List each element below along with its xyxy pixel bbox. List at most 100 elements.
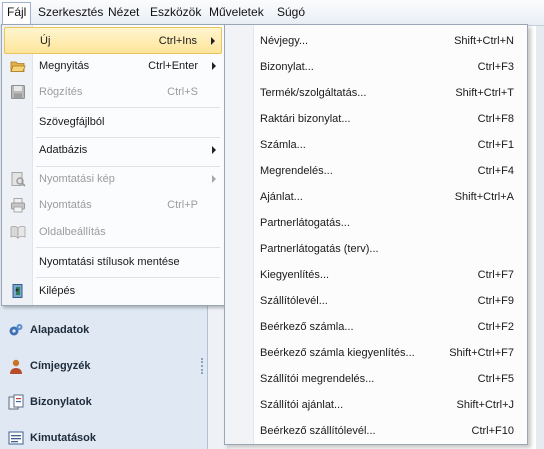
new-submenu-item-shortcut: Shift+Ctrl+J — [456, 399, 514, 411]
new-submenu-item[interactable]: Kiegyenlítés... Ctrl+F7 — [227, 261, 525, 288]
file-menu-item-save-print-styles[interactable]: Nyomtatási stílusok mentése — [4, 249, 222, 276]
file-menu-item-label: Új — [40, 35, 51, 47]
gears-icon — [9, 324, 23, 336]
menu-actions[interactable]: Műveletek — [205, 3, 268, 22]
new-submenu-item-label: Bizonylat... — [260, 61, 314, 73]
new-submenu-item-label: Beérkező számla kiegyenlítés... — [260, 347, 415, 359]
file-menu-item-print[interactable]: Nyomtatás Ctrl+P — [4, 192, 222, 219]
new-submenu-item[interactable]: Névjegy... Shift+Ctrl+N — [227, 27, 525, 54]
new-submenu-item[interactable]: Raktári bizonylat... Ctrl+F8 — [227, 105, 525, 132]
file-menu-item-database[interactable]: Adatbázis — [4, 137, 222, 164]
file-menu-item-print-preview[interactable]: Nyomtatási kép — [4, 166, 222, 193]
open-folder-icon — [10, 61, 26, 72]
new-submenu-item[interactable]: Szállítólevél... Ctrl+F9 — [227, 287, 525, 314]
file-menu-item-open[interactable]: Megnyitás Ctrl+Enter — [4, 53, 222, 80]
file-menu-item-label: Nyomtatási kép — [39, 173, 115, 185]
new-submenu-item-label: Beérkező számla... — [260, 321, 354, 333]
new-submenu-item-label: Termék/szolgáltatás... — [260, 87, 367, 99]
new-submenu-item-label: Számla... — [260, 139, 306, 151]
new-submenu-item[interactable]: Megrendelés... Ctrl+F4 — [227, 157, 525, 184]
nav-item-label: Címjegyzék — [30, 360, 91, 372]
file-menu-item-exit[interactable]: Kilépés — [4, 278, 222, 305]
file-menu-item-label: Nyomtatás — [39, 199, 92, 211]
printer-icon — [11, 198, 25, 213]
report-list-icon — [8, 431, 24, 445]
menu-tools[interactable]: Eszközök — [146, 3, 205, 22]
new-submenu-item[interactable]: Számla... Ctrl+F1 — [227, 131, 525, 158]
menu-help[interactable]: Súgó — [273, 3, 309, 22]
file-menu-item-shortcut: Ctrl+S — [167, 86, 198, 98]
menu-file-label: Fájl — [7, 5, 27, 19]
print-preview-icon — [11, 172, 26, 187]
new-submenu-item-shortcut: Shift+Ctrl+T — [455, 87, 514, 99]
new-submenu-item[interactable]: Partnerlátogatás... — [227, 209, 525, 236]
new-submenu-item-shortcut: Ctrl+F9 — [477, 295, 514, 307]
new-submenu-item-shortcut: Ctrl+F10 — [471, 425, 515, 437]
new-submenu-item-shortcut: Ctrl+F1 — [477, 139, 514, 151]
file-menu-item-save[interactable]: Rögzítés Ctrl+S — [4, 79, 222, 106]
new-submenu-item-label: Megrendelés... — [260, 165, 333, 177]
nav-item-label: Kimutatások — [30, 432, 97, 444]
menu-help-label: Súgó — [277, 5, 306, 19]
file-menu-item-label: Nyomtatási stílusok mentése — [39, 256, 180, 268]
new-submenu-item-shortcut: Shift+Ctrl+A — [454, 191, 514, 203]
new-submenu-item-label: Raktári bizonylat... — [260, 113, 351, 125]
new-submenu-item-label: Szállítói ajánlat... — [260, 399, 344, 411]
new-submenu-item[interactable]: Beérkező számla... Ctrl+F2 — [227, 313, 525, 340]
menu-tools-label: Eszközök — [150, 5, 202, 19]
menu-view-label: Nézet — [108, 5, 140, 19]
new-submenu-item-shortcut: Ctrl+F4 — [477, 165, 514, 177]
new-submenu-item-label: Ajánlat... — [260, 191, 303, 203]
new-submenu-item-label: Névjegy... — [260, 35, 309, 47]
new-submenu-item[interactable]: Ajánlat... Shift+Ctrl+A — [227, 183, 525, 210]
new-submenu-item-label: Partnerlátogatás (terv)... — [260, 243, 379, 255]
new-submenu-item[interactable]: Bizonylat... Ctrl+F3 — [227, 53, 525, 80]
file-menu-item-label: Szövegfájlból — [39, 116, 105, 128]
file-menu-item-from-text-file[interactable]: Szövegfájlból — [4, 109, 222, 136]
new-submenu-item-shortcut: Ctrl+F3 — [477, 61, 514, 73]
file-menu-item-label: Oldalbeállítás — [39, 226, 106, 238]
file-menu-item-shortcut: Ctrl+P — [167, 199, 198, 211]
new-submenu-item[interactable]: Beérkező számla kiegyenlítés... Shift+Ct… — [227, 339, 525, 366]
new-submenu-item[interactable]: Partnerlátogatás (terv)... — [227, 235, 525, 262]
new-submenu-item-label: Szállítói megrendelés... — [260, 373, 375, 385]
file-menu-item-label: Kilépés — [39, 285, 76, 297]
menu-file[interactable]: Fájl — [2, 2, 32, 25]
submenu-arrow-icon — [211, 37, 215, 45]
page-setup-book-icon — [10, 225, 26, 239]
new-submenu-item[interactable]: Szállítói megrendelés... Ctrl+F5 — [227, 365, 525, 392]
new-submenu-item-label: Partnerlátogatás... — [260, 217, 350, 229]
menu-separator — [36, 107, 220, 108]
menu-edit-label: Szerkesztés — [38, 5, 104, 19]
menu-bar: Fájl Szerkesztés Nézet Eszközök Művelete… — [0, 0, 544, 26]
submenu-arrow-icon — [212, 146, 216, 154]
submenu-arrow-icon — [212, 175, 216, 183]
save-disk-icon — [11, 85, 25, 99]
new-submenu-item[interactable]: Termék/szolgáltatás... Shift+Ctrl+T — [227, 79, 525, 106]
file-menu-item-page-setup[interactable]: Oldalbeállítás — [4, 219, 222, 246]
menu-separator — [36, 247, 220, 248]
contact-person-icon — [10, 359, 22, 374]
new-submenu-item[interactable]: Beérkező szállítólevél... Ctrl+F10 — [227, 417, 525, 444]
file-menu-item-label: Megnyitás — [39, 60, 90, 72]
file-menu-dropdown: Új Ctrl+Ins Megnyitás Ctrl+Enter Rögzíté… — [1, 24, 225, 306]
new-submenu-item[interactable]: Szállítói ajánlat... Shift+Ctrl+J — [227, 391, 525, 418]
new-submenu-item-shortcut: Ctrl+F8 — [477, 113, 514, 125]
menu-edit[interactable]: Szerkesztés — [34, 3, 107, 22]
window-edge — [536, 26, 544, 449]
new-submenu-item-shortcut: Shift+Ctrl+N — [454, 35, 514, 47]
new-submenu-item-shortcut: Ctrl+F5 — [477, 373, 514, 385]
new-submenu-item-shortcut: Ctrl+F7 — [477, 269, 514, 281]
new-submenu: Névjegy... Shift+Ctrl+N Bizonylat... Ctr… — [224, 24, 528, 445]
new-submenu-item-label: Kiegyenlítés... — [260, 269, 330, 281]
file-menu-item-label: Rögzítés — [39, 86, 83, 98]
new-submenu-item-shortcut: Ctrl+F2 — [477, 321, 514, 333]
file-menu-item-new[interactable]: Új Ctrl+Ins — [4, 27, 222, 54]
nav-item-label: Alapadatok — [30, 324, 90, 336]
new-submenu-item-label: Szállítólevél... — [260, 295, 328, 307]
splitter-grip[interactable] — [201, 358, 205, 374]
menu-view[interactable]: Nézet — [104, 3, 143, 22]
submenu-arrow-icon — [212, 62, 216, 70]
exit-door-icon — [12, 284, 23, 298]
file-menu-item-label: Adatbázis — [39, 144, 88, 156]
